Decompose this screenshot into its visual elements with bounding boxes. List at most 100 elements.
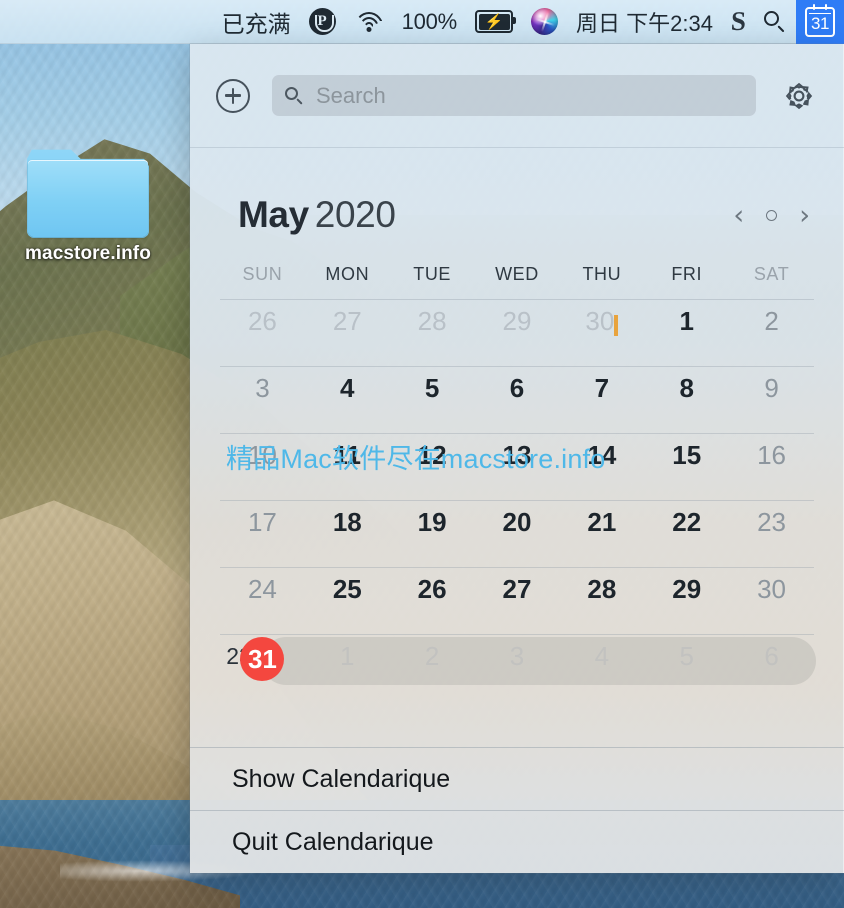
day-number: 28 — [417, 306, 447, 336]
search-icon — [763, 10, 787, 34]
calendar-day[interactable]: 10 — [220, 434, 305, 470]
calendar-day[interactable]: 30 — [729, 568, 814, 604]
menubar-input-method-item[interactable]: S — [722, 0, 754, 44]
day-number: 31 — [240, 637, 285, 681]
day-number: 12 — [417, 440, 447, 470]
day-number: 5 — [424, 373, 440, 403]
calendar-day[interactable]: 17 — [220, 501, 305, 537]
calendar-day[interactable]: 4 — [559, 635, 644, 671]
calendar-day[interactable]: 26 — [220, 300, 305, 336]
calendar-day[interactable]: 26 — [390, 568, 475, 604]
day-number: 2 — [424, 641, 440, 671]
calendar-day[interactable]: 3 — [475, 635, 560, 671]
menubar-calendarique-item[interactable]: 31 — [796, 0, 844, 44]
day-number: 30 — [757, 574, 787, 604]
calendar-day[interactable]: 12 — [390, 434, 475, 470]
search-input[interactable] — [314, 81, 744, 110]
calendar-day[interactable]: 11 — [305, 434, 390, 470]
menubar-battery-status[interactable]: 已充满 — [213, 0, 300, 44]
menubar-siri-item[interactable] — [522, 0, 567, 44]
calendar-day[interactable]: 25 — [305, 568, 390, 604]
menubar-wifi-item[interactable] — [345, 0, 393, 44]
day-number: 19 — [417, 507, 447, 537]
weekday-label: SAT — [753, 264, 790, 284]
calendar-day[interactable]: 29 — [475, 300, 560, 336]
search-field[interactable] — [272, 75, 756, 116]
calendar-day[interactable]: 22 — [644, 501, 729, 537]
day-number: 5 — [679, 641, 694, 671]
calendar-day[interactable]: 5 — [390, 367, 475, 403]
calendar-day[interactable]: 18 — [305, 501, 390, 537]
menu-item-show-calendarique[interactable]: Show Calendarique — [190, 748, 844, 810]
calendar-day[interactable]: 15 — [644, 434, 729, 470]
menubar-battery-item[interactable]: ⚡ — [466, 0, 522, 44]
chevron-right-icon[interactable]: › — [799, 202, 810, 229]
weekday-label: WED — [495, 264, 539, 284]
day-number: 13 — [502, 440, 532, 470]
menubar-clock[interactable]: 周日 下午2:34 — [567, 0, 722, 44]
popover-toolbar — [190, 44, 844, 148]
calendar-day[interactable]: 14 — [559, 434, 644, 470]
day-number: 24 — [247, 574, 277, 604]
calendar-day[interactable]: 2 — [729, 300, 814, 336]
calendar-day[interactable]: 5 — [644, 635, 729, 671]
month-title: May 2020 — [238, 194, 733, 236]
day-number: 11 — [333, 440, 362, 470]
weekday-label: FRI — [671, 264, 703, 284]
day-number: 10 — [247, 440, 277, 470]
day-number: 1 — [340, 641, 355, 671]
menubar-battery-percent[interactable]: 100% — [393, 0, 466, 44]
calendar-day[interactable]: 6 — [729, 635, 814, 671]
calendar-day[interactable]: 27 — [475, 568, 560, 604]
calendar-day[interactable]: 28 — [390, 300, 475, 336]
day-number: 9 — [764, 373, 779, 403]
calendar-day[interactable]: 1 — [644, 300, 729, 336]
calendar-day[interactable]: 6 — [475, 367, 560, 403]
menubar-spotlight-item[interactable] — [754, 0, 796, 44]
menu-bar: 已充满 100% ⚡ 周日 下午2:34 S — [0, 0, 844, 44]
day-number: 29 — [502, 306, 532, 336]
calendar-day[interactable]: 23 — [729, 501, 814, 537]
calendar-day[interactable]: 8 — [644, 367, 729, 403]
day-number: 21 — [587, 507, 617, 537]
day-number: 4 — [340, 373, 355, 403]
day-number: 8 — [679, 373, 694, 403]
popover-menu: Show Calendarique Quit Calendarique — [190, 747, 844, 873]
calendar-day[interactable]: 16 — [729, 434, 814, 470]
calendar-day[interactable]: 27 — [305, 300, 390, 336]
circle-dot-icon[interactable] — [766, 209, 778, 221]
day-number: 7 — [594, 373, 610, 403]
day-number: 15 — [672, 440, 702, 470]
day-number: 28 — [587, 574, 617, 604]
desktop-folder[interactable]: macstore.info — [18, 146, 158, 265]
calendar-week-row: 17 18 19 20 21 22 23 — [220, 501, 814, 568]
day-number: 16 — [757, 440, 787, 470]
chevron-left-icon[interactable]: ‹ — [733, 202, 744, 229]
menu-item-quit-calendarique[interactable]: Quit Calendarique — [190, 811, 844, 873]
calendar-day[interactable]: 20 — [475, 501, 560, 537]
calendar-day[interactable]: 4 — [305, 367, 390, 403]
weekday-header: SUN MON TUE WED THU FRI SAT — [190, 236, 844, 285]
calendar-day-today[interactable]: 31 — [220, 635, 305, 681]
calendar-week-row: 3 4 5 6 7 8 9 — [220, 367, 814, 434]
desktop-folder-label: macstore.info — [25, 243, 151, 264]
plus-circle-icon[interactable] — [216, 78, 250, 113]
menubar-parallels-item[interactable] — [300, 0, 345, 44]
calendar-day[interactable]: 30 — [559, 300, 644, 336]
calendar-day[interactable]: 7 — [559, 367, 644, 403]
gear-icon[interactable] — [782, 79, 816, 113]
calendar-day[interactable]: 21 — [559, 501, 644, 537]
siri-icon — [531, 8, 559, 35]
calendar-day[interactable]: 29 — [644, 568, 729, 604]
search-icon — [284, 86, 304, 106]
calendar-day[interactable]: 19 — [390, 501, 475, 537]
day-number: 3 — [509, 641, 525, 671]
calendar-icon-day: 31 — [811, 13, 829, 33]
calendar-day[interactable]: 2 — [390, 635, 475, 671]
calendar-day[interactable]: 13 — [475, 434, 560, 470]
calendar-day[interactable]: 9 — [729, 367, 814, 403]
calendar-day[interactable]: 24 — [220, 568, 305, 604]
calendar-day[interactable]: 3 — [220, 367, 305, 403]
calendar-day[interactable]: 28 — [559, 568, 644, 604]
calendar-day[interactable]: 1 — [305, 635, 390, 671]
